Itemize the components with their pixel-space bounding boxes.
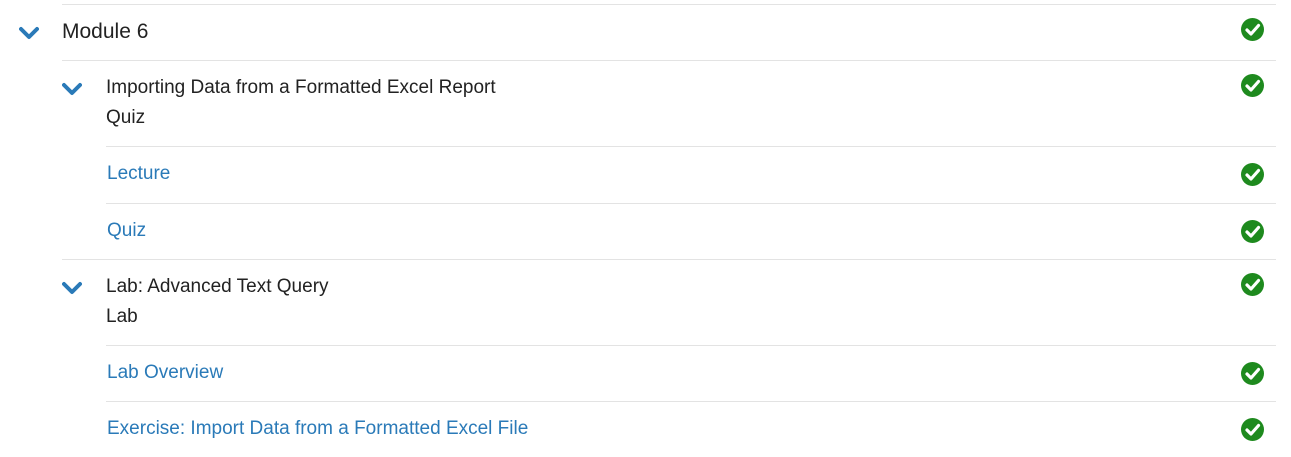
list-item: Exercise: Import Data from a Formatted E… [0,401,1291,457]
module-header[interactable]: Module 6 [0,4,1291,60]
chevron-down-icon[interactable] [19,26,39,40]
check-circle-icon [1241,418,1264,441]
check-circle-icon [1241,74,1264,97]
section-type: Quiz [106,107,146,128]
list-item: Lecture [0,146,1291,203]
check-circle-icon [1241,18,1264,41]
list-item: Quiz [0,203,1291,259]
section-header[interactable]: Lab: Advanced Text Query Lab [0,259,1291,345]
check-circle-icon [1241,220,1264,243]
item-link-exercise[interactable]: Exercise: Import Data from a Formatted E… [107,418,528,440]
item-link-lecture[interactable]: Lecture [107,163,170,185]
section-header[interactable]: Importing Data from a Formatted Excel Re… [0,60,1291,146]
check-circle-icon [1241,273,1264,296]
list-item: Lab Overview [0,345,1291,401]
item-link-lab-overview[interactable]: Lab Overview [107,362,223,384]
check-circle-icon [1241,362,1264,385]
chevron-down-icon[interactable] [62,281,82,295]
module-title: Module 6 [62,20,149,43]
chevron-down-icon[interactable] [62,82,82,96]
item-link-quiz[interactable]: Quiz [107,220,146,242]
section-title: Lab: Advanced Text Query [106,276,329,297]
section-title: Importing Data from a Formatted Excel Re… [106,77,496,98]
check-circle-icon [1241,163,1264,186]
section-type: Lab [106,306,138,327]
